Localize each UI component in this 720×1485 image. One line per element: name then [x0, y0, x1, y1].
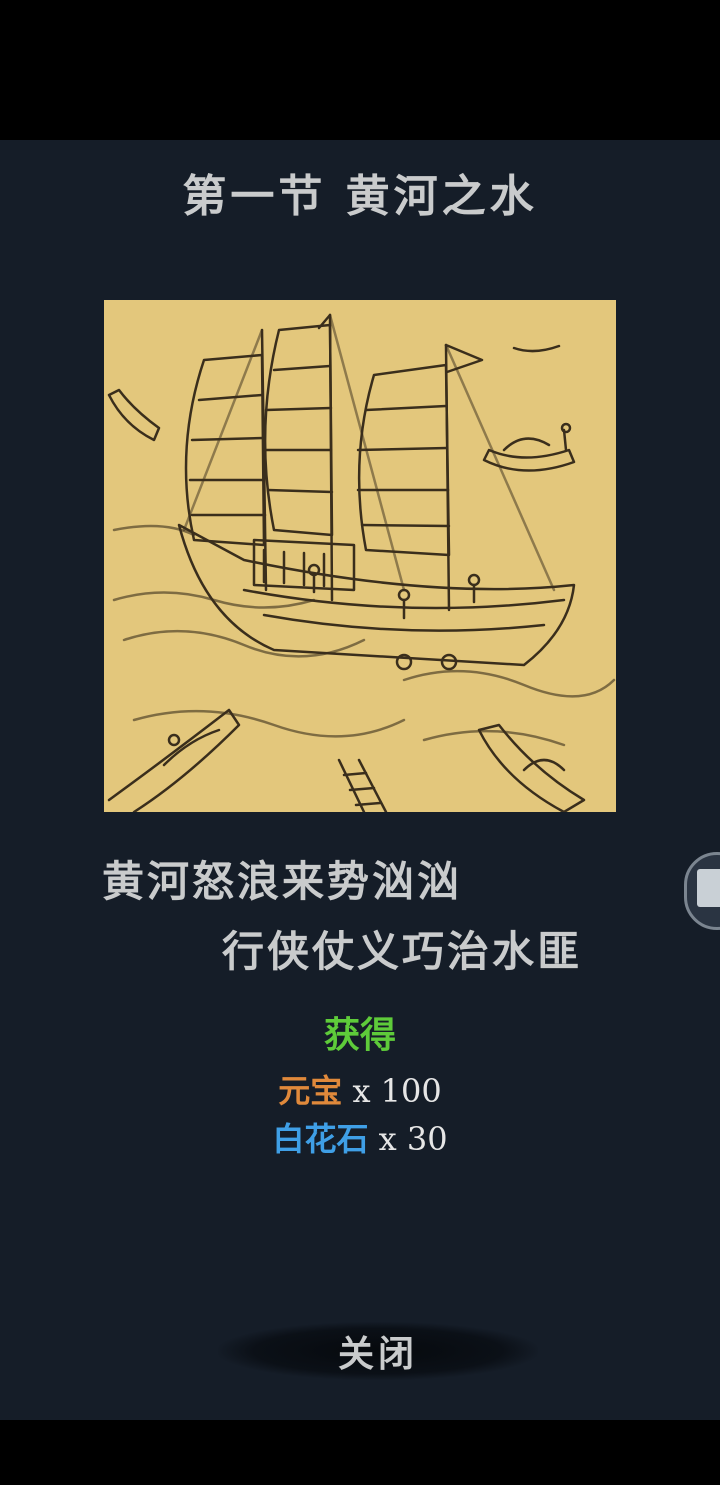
- reward-item-quantity: x 30: [378, 1120, 448, 1158]
- poem-line-1: 黄河怒浪来势汹汹: [102, 857, 463, 906]
- reward-item-baihuashi: 白花石 x 30: [0, 1114, 720, 1160]
- close-button[interactable]: 关闭: [218, 1322, 538, 1380]
- reward-item-name: 白花石: [272, 1120, 369, 1158]
- scroll-icon: [697, 869, 720, 907]
- close-button-label: 关闭: [337, 1333, 418, 1375]
- poem-line-2: 行侠仗义巧治水匪: [222, 927, 583, 976]
- reward-item-name: 元宝: [278, 1072, 343, 1110]
- reward-header: 获得: [323, 1014, 396, 1056]
- reward-item-yuanbao: 元宝 x 100: [0, 1066, 720, 1112]
- reward-item-quantity: x 100: [352, 1072, 442, 1110]
- junk-ship-illustration: [104, 300, 616, 812]
- ship-sketch: [107, 313, 616, 812]
- chapter-title: 第一节 黄河之水: [182, 171, 538, 222]
